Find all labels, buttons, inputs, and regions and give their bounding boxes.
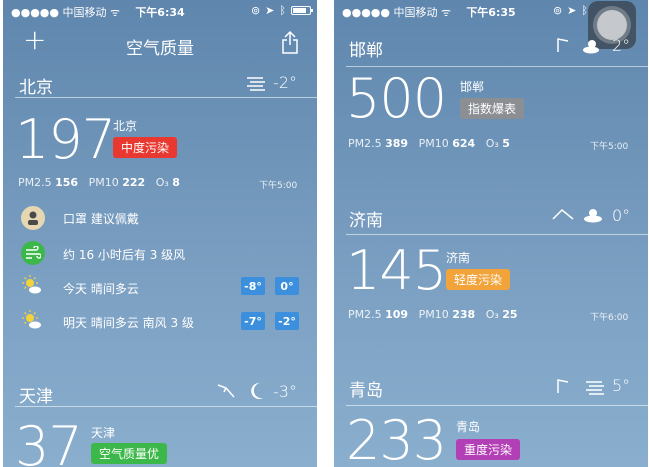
moon-icon bbox=[251, 382, 263, 399]
aqi-value: 197 bbox=[15, 108, 116, 171]
city-temp: -2° bbox=[273, 73, 297, 92]
wind-direction-icon bbox=[557, 38, 569, 52]
city-temp: 2° bbox=[612, 36, 631, 55]
aqi-city-label: 青岛 bbox=[456, 420, 481, 434]
city-temp: -3° bbox=[273, 382, 297, 401]
mask-advice-text: 口罩 建议佩戴 bbox=[63, 212, 139, 226]
bluetooth-icon: ᛒ bbox=[581, 4, 588, 17]
pollutant-readings: PM2.5 109 PM10 238 O₃ 25 bbox=[348, 308, 518, 321]
update-time: 下午6:00 bbox=[590, 313, 629, 323]
location-icon: ➤ bbox=[265, 4, 275, 17]
city-name[interactable]: 天津 bbox=[19, 382, 53, 407]
bluetooth-icon: ᛒ bbox=[279, 4, 286, 17]
aqi-value: 233 bbox=[346, 409, 447, 467]
pollutant-readings: PM2.5 156 PM10 222 O₃ 8 bbox=[18, 176, 180, 189]
city-temp: 0° bbox=[612, 206, 631, 225]
status-badge: 轻度污染 bbox=[446, 269, 511, 290]
status-badge: 重度污染 bbox=[456, 439, 521, 460]
haze-icon bbox=[247, 77, 265, 91]
phone-screen-left: ●●●●● 中国移动 ᯤ 下午6:34 ⊚ ➤ ᛒ + 空气质量 北京 -2° … bbox=[3, 0, 317, 467]
city-name[interactable]: 济南 bbox=[349, 206, 383, 231]
wind-direction-icon bbox=[557, 379, 569, 393]
city-name[interactable]: 青岛 bbox=[349, 376, 383, 401]
page-title: 空气质量 bbox=[126, 39, 194, 59]
location-icon: ➤ bbox=[567, 4, 577, 17]
partly-cloudy-icon bbox=[583, 40, 599, 54]
rotation-lock-icon: ⊚ bbox=[250, 4, 261, 17]
cloudy-icon bbox=[584, 209, 602, 223]
partly-cloudy-icon bbox=[22, 310, 41, 329]
aqi-value: 37 bbox=[15, 415, 83, 467]
status-badge: 空气质量优 bbox=[91, 443, 168, 464]
partly-cloudy-icon bbox=[22, 275, 41, 294]
wind-icon bbox=[21, 241, 45, 265]
wind-direction-icon bbox=[552, 208, 574, 220]
pollutant-readings: PM2.5 389 PM10 624 O₃ 5 bbox=[348, 137, 510, 150]
status-bar: ●●●●● 中国移动 ᯤ 下午6:34 ⊚ ➤ ᛒ bbox=[3, 3, 317, 19]
forecast-tomorrow-high: -7° bbox=[241, 312, 265, 330]
mask-icon bbox=[21, 206, 45, 230]
forecast-today-low: 0° bbox=[275, 277, 299, 295]
forecast-tomorrow-text: 明天 晴间多云 南风 3 级 bbox=[63, 316, 194, 330]
wind-advice-text: 约 16 小时后有 3 级风 bbox=[63, 248, 186, 262]
forecast-tomorrow-low: -2° bbox=[275, 312, 299, 330]
rotation-lock-icon: ⊚ bbox=[552, 4, 563, 17]
aqi-city-label: 济南 bbox=[446, 251, 471, 265]
forecast-today-text: 今天 晴间多云 bbox=[63, 282, 139, 296]
phone-screen-right: ●●●●● 中国移动 ᯤ 下午6:35 ⊚ ➤ ᛒ 邯郸 2° 500 邯郸 指… bbox=[334, 0, 648, 467]
haze-icon bbox=[586, 381, 604, 395]
update-time: 下午5:00 bbox=[259, 181, 298, 191]
aqi-city-label: 邯郸 bbox=[460, 80, 485, 94]
aqi-city-label: 天津 bbox=[91, 426, 116, 440]
city-name[interactable]: 邯郸 bbox=[349, 36, 383, 61]
status-badge: 中度污染 bbox=[113, 137, 178, 158]
aqi-city-label: 北京 bbox=[113, 119, 138, 133]
aqi-value: 145 bbox=[346, 239, 447, 302]
aqi-value: 500 bbox=[346, 67, 447, 130]
update-time: 下午5:00 bbox=[590, 142, 629, 152]
battery-icon bbox=[291, 6, 313, 15]
wind-direction-icon bbox=[217, 384, 235, 398]
share-icon[interactable] bbox=[281, 30, 299, 54]
city-name[interactable]: 北京 bbox=[19, 73, 53, 98]
status-badge: 指数爆表 bbox=[460, 98, 525, 119]
forecast-today-high: -8° bbox=[241, 277, 265, 295]
city-temp: 5° bbox=[612, 376, 631, 395]
